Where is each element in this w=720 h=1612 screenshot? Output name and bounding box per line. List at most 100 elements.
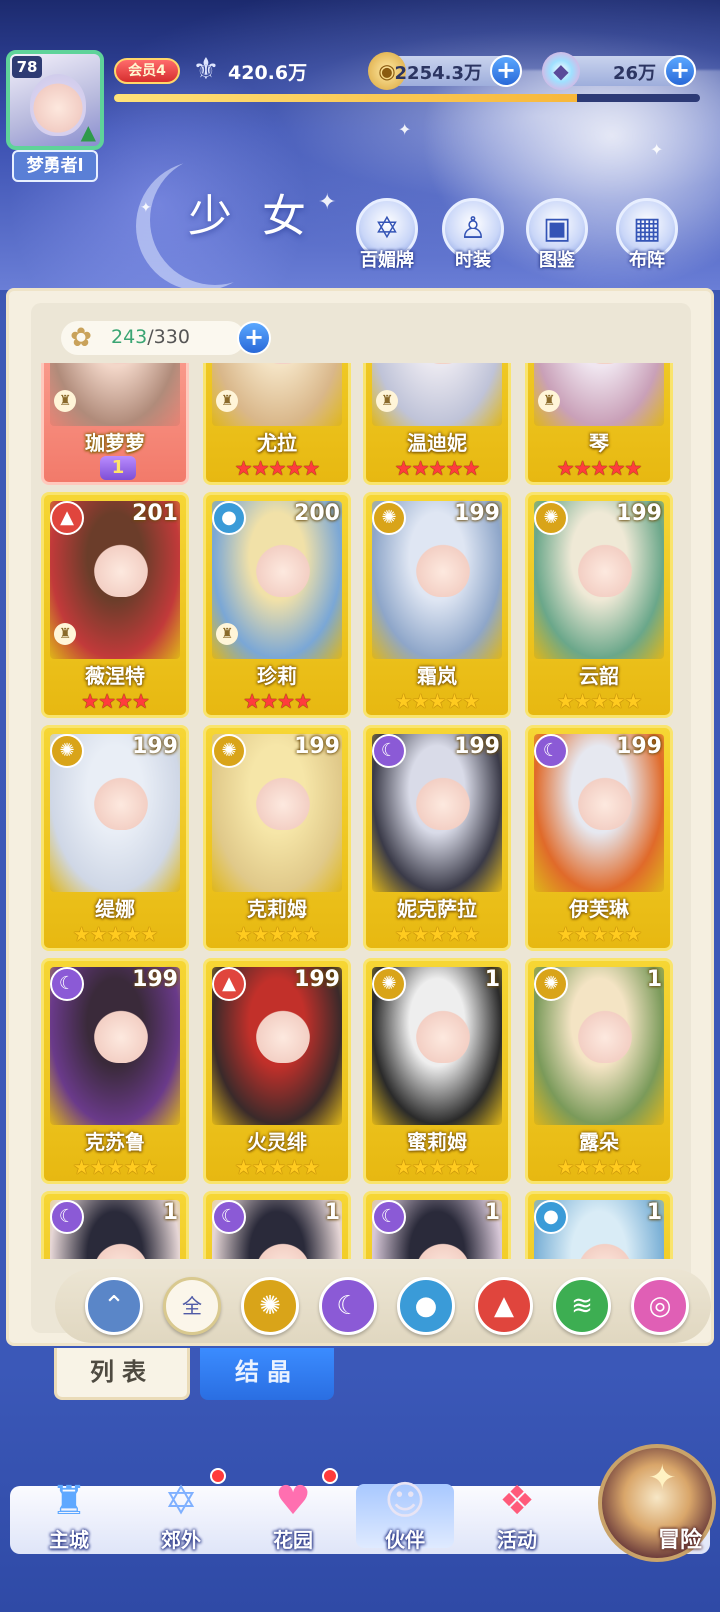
character-card[interactable]: ♜ 尤拉 ★★★★★	[203, 363, 351, 485]
vip-badge[interactable]: 会员4	[114, 58, 180, 84]
sparkle-icon: ✦	[650, 140, 664, 159]
character-card[interactable]: ☾ 199 伊芙琳 ★★★★★	[525, 725, 673, 951]
expand-capacity-button[interactable]: +	[237, 321, 271, 355]
fire-element-icon: ▲	[50, 501, 84, 535]
star-icon: ★	[140, 1155, 158, 1179]
character-card[interactable]: ☾ 1	[363, 1191, 511, 1259]
character-card[interactable]: ♜ 琴 ★★★★★	[525, 363, 673, 485]
add-gold-button[interactable]: +	[490, 55, 522, 87]
outfit-button[interactable]: ♙ 时装	[438, 198, 508, 272]
character-card[interactable]: ● 1	[525, 1191, 673, 1259]
add-gem-button[interactable]: +	[664, 55, 696, 87]
star-icon: ★	[411, 922, 430, 946]
character-grid[interactable]: ♜ 珈萝萝 1 ♜ 尤拉 ★★★★★ ♜ 温迪妮 ★★★★★ ♜ 琴 ★★★★★ ▲ 201 ♜ 薇涅特 ★★★…	[41, 363, 685, 1259]
character-card[interactable]: ▲ 201 ♜ 薇涅特 ★★★★	[41, 492, 189, 718]
character-card[interactable]: ♜ 珈萝萝 1	[41, 363, 189, 485]
character-level: 199	[454, 734, 500, 759]
exp-progress-bar	[114, 94, 700, 102]
star-icon: ★	[624, 689, 642, 713]
character-card[interactable]: ✺ 1 蜜莉姆 ★★★★★	[363, 958, 511, 1184]
filter-air-button[interactable]: ⌃	[85, 1277, 143, 1335]
light-element-icon: ✺	[50, 734, 84, 768]
character-card[interactable]: ♜ 温迪妮 ★★★★★	[363, 363, 511, 485]
character-face	[94, 537, 148, 597]
star-icon: ★	[590, 922, 609, 946]
filter-light-button[interactable]: ✺	[241, 1277, 299, 1335]
character-card[interactable]: ● 200 ♜ 珍莉 ★★★★	[203, 492, 351, 718]
character-card[interactable]: ☾ 1	[41, 1191, 189, 1259]
rank-chess-icon: ♜	[216, 390, 238, 412]
character-card[interactable]: ☾ 1	[203, 1191, 351, 1259]
tab-crystal[interactable]: 结晶	[200, 1348, 334, 1400]
character-name: 薇涅特	[85, 664, 145, 688]
formation-button[interactable]: ▦ 布阵	[612, 198, 682, 272]
star-rating: ★★★★★	[44, 1155, 186, 1179]
charm-card-button[interactable]: ✡ 百媚牌	[352, 198, 422, 272]
light-element-icon: ✺	[534, 501, 568, 535]
star-icon: ★	[293, 689, 312, 713]
combat-power-icon: ⚜	[192, 52, 220, 87]
character-card[interactable]: ☾ 199 克苏鲁 ★★★★★	[41, 958, 189, 1184]
character-level: 201	[132, 501, 178, 526]
player-name[interactable]: 梦勇者l	[12, 150, 98, 182]
character-face	[256, 363, 310, 364]
character-name: 霜岚	[417, 664, 457, 688]
tornado-icon: ≋	[571, 1291, 593, 1321]
character-name: 珈萝萝	[85, 431, 145, 455]
sparkle-icon: ✦	[140, 200, 152, 216]
character-face	[416, 537, 470, 597]
nav-main-city[interactable]: ♜ 主城	[14, 1464, 124, 1553]
capacity-text: 243/330	[111, 326, 190, 348]
character-card[interactable]: ✺ 199 克莉姆 ★★★★★	[203, 725, 351, 951]
character-level: 1	[646, 1200, 662, 1225]
rank-chess-icon: ♜	[216, 623, 238, 645]
star-icon: ★	[243, 689, 261, 713]
character-face	[256, 1003, 310, 1063]
character-level: 199	[132, 967, 178, 992]
light-element-icon: ✺	[534, 967, 568, 1001]
star-icon: ★	[411, 689, 430, 713]
dark-element-icon: ☾	[372, 1200, 406, 1234]
character-card[interactable]: ✺ 199 霜岚 ★★★★★	[363, 492, 511, 718]
star-icon: ★	[607, 922, 625, 946]
gem-value: 26万	[612, 63, 656, 84]
nav-partner[interactable]: ☺ 伙伴	[350, 1464, 460, 1553]
filter-water-button[interactable]: ●	[397, 1277, 455, 1335]
character-card[interactable]: ☾ 199 妮克萨拉 ★★★★★	[363, 725, 511, 951]
star-rating: ★★★★★	[528, 1155, 670, 1179]
character-card[interactable]: ✺ 1 露朵 ★★★★★	[525, 958, 673, 1184]
codex-button[interactable]: ▣ 图鉴	[522, 198, 592, 272]
moon-icon: ☾	[336, 1291, 360, 1321]
star-rating: ★★★★★	[44, 922, 186, 946]
nav-garden[interactable]: ♥ 花园	[238, 1464, 348, 1553]
filter-all-button[interactable]: 全	[163, 1277, 221, 1335]
character-face	[94, 1236, 148, 1259]
character-name: 克莉姆	[247, 897, 307, 921]
rank-chess-icon: ♜	[538, 390, 560, 412]
star-icon: ★	[445, 1155, 463, 1179]
character-card[interactable]: ▲ 199 火灵绯 ★★★★★	[203, 958, 351, 1184]
character-name: 露朵	[579, 1130, 619, 1154]
filter-arcane-button[interactable]: ◎	[631, 1277, 689, 1335]
star-icon: ★	[285, 456, 303, 480]
nav-outskirts[interactable]: ✡ 郊外	[126, 1464, 236, 1553]
tab-list[interactable]: 列表	[54, 1348, 190, 1400]
star-icon: ★	[590, 456, 609, 480]
filter-fire-button[interactable]: ▲	[475, 1277, 533, 1335]
star-icon: ★	[624, 1155, 642, 1179]
character-card[interactable]: ✺ 199 云韶 ★★★★★	[525, 492, 673, 718]
notification-dot	[210, 1468, 226, 1484]
character-card[interactable]: ✺ 199 缇娜 ★★★★★	[41, 725, 189, 951]
character-name: 妮克萨拉	[397, 897, 477, 921]
character-level: 1	[324, 1200, 340, 1225]
filter-wind-button[interactable]: ≋	[553, 1277, 611, 1335]
gold-value: 2254.3万	[394, 63, 482, 84]
star-icon: ★	[411, 1155, 430, 1179]
capacity-current: 243	[111, 326, 148, 348]
filter-dark-button[interactable]: ☾	[319, 1277, 377, 1335]
character-face	[94, 363, 148, 364]
rank-chess-icon: ♜	[376, 390, 398, 412]
capacity-max: /330	[147, 326, 190, 348]
wing-icon: ⌃	[103, 1291, 125, 1321]
nav-events[interactable]: ❖ 活动	[462, 1464, 572, 1553]
